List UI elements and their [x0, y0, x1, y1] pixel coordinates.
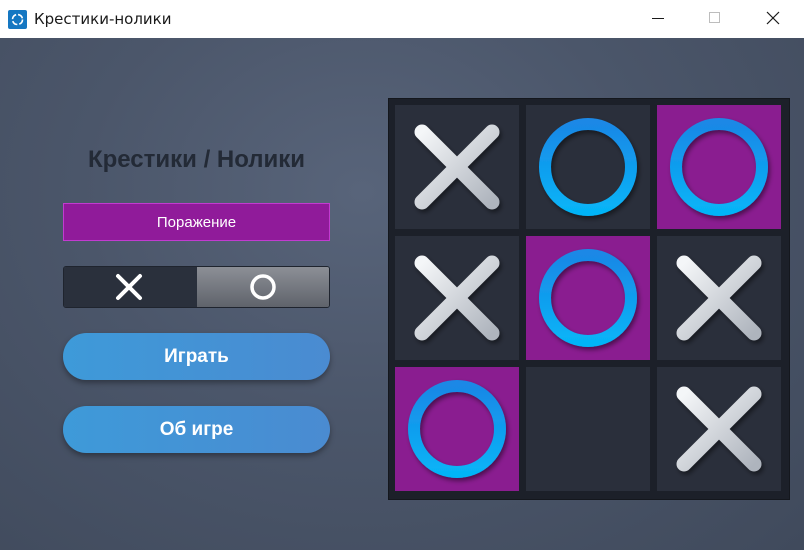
close-icon — [766, 11, 780, 25]
circle-icon — [670, 118, 768, 216]
circle-icon — [539, 249, 637, 347]
play-button[interactable]: Играть — [63, 333, 330, 380]
game-title: Крестики / Нолики — [87, 146, 306, 173]
maximize-icon — [709, 12, 720, 23]
toggle-option-x[interactable] — [64, 267, 197, 307]
board-cell[interactable] — [657, 105, 781, 229]
circle-icon — [539, 118, 637, 216]
board-cell[interactable] — [395, 367, 519, 491]
cross-icon — [414, 255, 500, 341]
minimize-icon — [652, 18, 664, 19]
board-cell[interactable] — [657, 367, 781, 491]
window-titlebar: Крестики-нолики — [0, 0, 804, 38]
circle-icon — [408, 380, 506, 478]
circle-icon — [249, 274, 276, 300]
symbol-toggle[interactable] — [63, 266, 330, 308]
cross-icon — [116, 274, 142, 300]
board-cell[interactable] — [395, 105, 519, 229]
app-icon — [8, 10, 27, 29]
window-title: Крестики-нолики — [34, 10, 172, 28]
game-board — [388, 98, 790, 500]
minimize-button[interactable] — [635, 0, 681, 38]
board-cell[interactable] — [526, 105, 650, 229]
board-cell[interactable] — [526, 236, 650, 360]
cross-icon — [676, 255, 762, 341]
about-button[interactable]: Об игре — [63, 406, 330, 453]
cross-icon — [676, 386, 762, 472]
toggle-option-o[interactable] — [196, 267, 329, 307]
game-window: Крестики / Нолики Поражение Играть Об иг… — [0, 38, 804, 550]
maximize-button[interactable] — [691, 0, 737, 38]
board-cell[interactable] — [657, 236, 781, 360]
game-status: Поражение — [63, 203, 330, 241]
board-cell[interactable] — [526, 367, 650, 491]
close-button[interactable] — [750, 0, 796, 38]
board-cell[interactable] — [395, 236, 519, 360]
cross-icon — [414, 124, 500, 210]
